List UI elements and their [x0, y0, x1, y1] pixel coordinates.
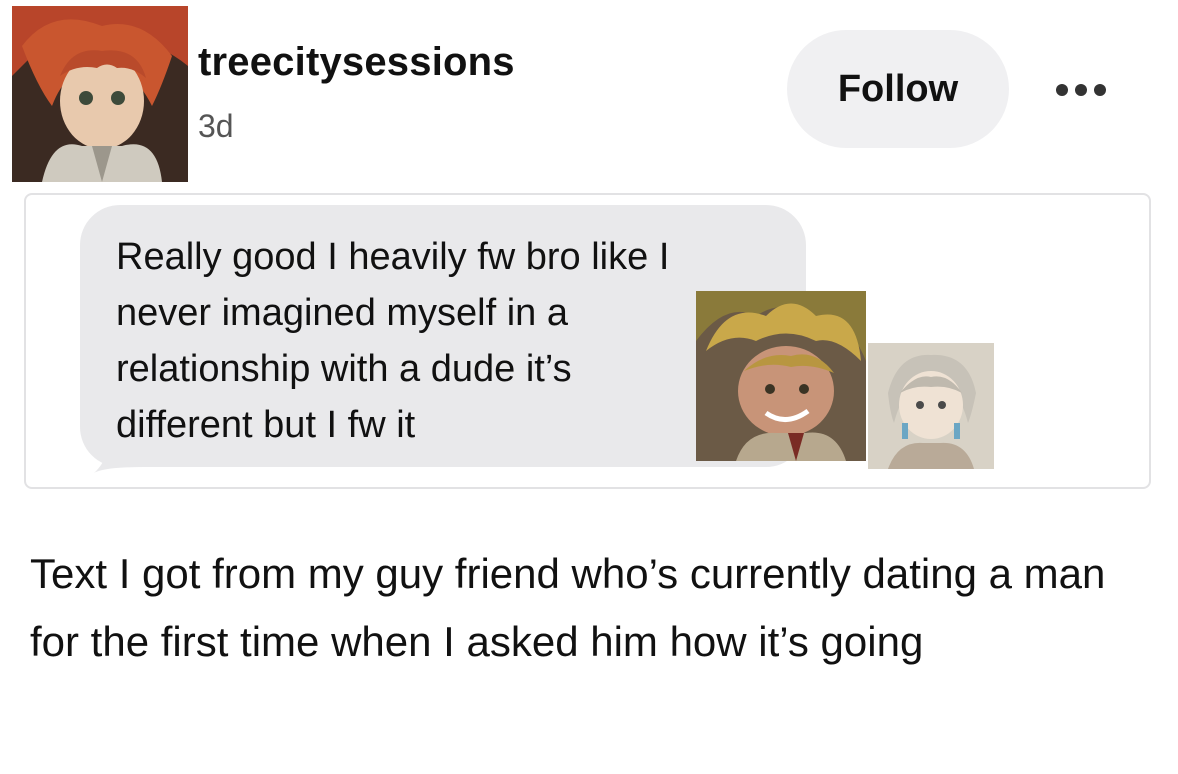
ellipsis-icon[interactable]	[1046, 72, 1116, 108]
message-text: Really good I heavily fw bro like I neve…	[116, 236, 670, 446]
post-caption: Text I got from my guy friend who’s curr…	[30, 550, 1106, 665]
follow-button[interactable]: Follow	[787, 30, 1009, 148]
timestamp[interactable]: 3d	[198, 108, 234, 145]
anime-character-sticker-small	[868, 343, 994, 469]
avatar[interactable]	[12, 6, 188, 182]
anime-character-sticker	[696, 291, 866, 461]
username[interactable]: treecitysessions	[198, 40, 515, 85]
embedded-image-card[interactable]: Really good I heavily fw bro like I neve…	[24, 193, 1151, 489]
